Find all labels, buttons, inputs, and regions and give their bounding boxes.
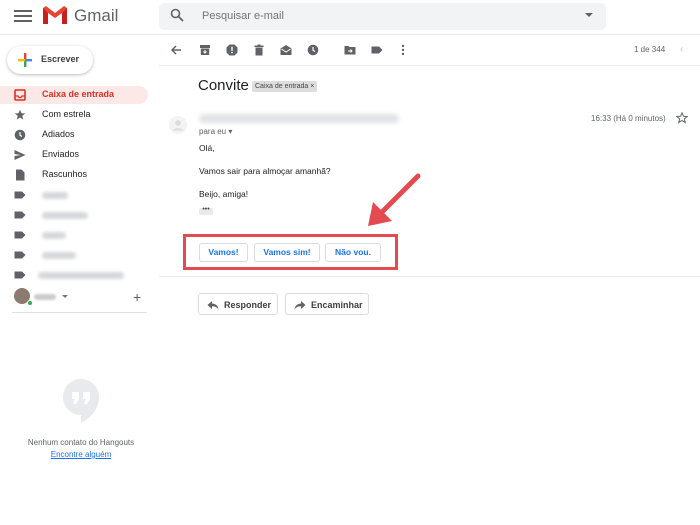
email-body-line: Beijo, amiga! [199, 189, 249, 199]
sidebar-divider [12, 312, 147, 313]
sidebar-item-label: Enviados [42, 149, 80, 159]
recipient-dropdown[interactable]: para eu ▾ [199, 127, 232, 136]
sidebar-item-label-hidden[interactable] [0, 186, 150, 204]
report-spam-icon[interactable] [226, 44, 238, 56]
toolbar-divider [159, 65, 700, 66]
label-icon [14, 271, 26, 279]
remove-label-close-icon[interactable]: × [310, 83, 314, 90]
user-name-hidden [34, 294, 56, 300]
chevron-left-icon[interactable]: ‹ [680, 44, 683, 55]
sidebar-item-inbox[interactable]: Caixa de entrada [0, 86, 148, 104]
compose-label: Escrever [41, 54, 80, 64]
app-name: Gmail [74, 6, 119, 25]
sidebar-item-label: Adiados [42, 129, 75, 139]
sender-avatar[interactable] [169, 116, 187, 134]
page-count: 1 de 344 [634, 45, 666, 54]
sidebar-item-starred[interactable]: Com estrela [0, 106, 150, 124]
label-icon [14, 231, 26, 239]
header-divider [0, 34, 700, 35]
move-to-folder-icon[interactable] [344, 44, 356, 56]
find-someone-link[interactable]: Encontre alguém [0, 450, 162, 459]
gmail-logo-icon[interactable] [42, 5, 68, 25]
smart-reply-button[interactable]: Vamos sim! [254, 243, 320, 262]
forward-label: Encaminhar [311, 300, 363, 310]
label-icon [14, 191, 26, 199]
reply-arrow-icon [207, 301, 219, 310]
callout-arrow-icon [368, 173, 421, 226]
smart-reply-button[interactable]: Não vou. [325, 243, 381, 262]
label-icon[interactable] [371, 44, 383, 56]
online-status-icon [27, 300, 33, 306]
hangouts-user-row[interactable]: + [0, 286, 150, 308]
reply-label: Responder [224, 300, 272, 310]
sidebar-item-snoozed[interactable]: Adiados [0, 126, 150, 144]
back-arrow-icon[interactable] [170, 44, 182, 56]
add-contact-plus-icon[interactable]: + [133, 289, 141, 305]
email-timestamp: 16:33 (Há 0 minutos) [591, 114, 666, 123]
sidebar-item-label-hidden[interactable] [0, 206, 150, 224]
mark-unread-icon[interactable] [280, 44, 292, 56]
sidebar-item-label: Caixa de entrada [42, 89, 115, 99]
sidebar-item-label-hidden[interactable] [0, 246, 150, 264]
draft-icon [16, 169, 25, 181]
label-chip-text: Caixa de entrada [255, 83, 309, 90]
email-body-line: Vamos sair para almoçar amanhã? [199, 166, 331, 176]
plus-icon [18, 53, 32, 67]
app-header: Gmail [0, 0, 700, 34]
clock-icon [14, 129, 26, 141]
sidebar-item-label-hidden[interactable] [0, 266, 150, 284]
hangouts-icon [63, 379, 99, 423]
forward-arrow-icon [294, 301, 306, 310]
forward-button[interactable]: Encaminhar [285, 293, 369, 315]
chevron-down-icon[interactable] [62, 295, 68, 298]
star-icon[interactable] [676, 112, 688, 124]
email-subject: Convite [198, 77, 249, 94]
search-options-chevron-down-icon[interactable] [585, 13, 593, 17]
more-options-icon[interactable] [397, 44, 409, 56]
star-icon [14, 109, 26, 120]
reply-button[interactable]: Responder [198, 293, 278, 315]
send-icon [14, 150, 26, 160]
archive-icon[interactable] [199, 44, 211, 56]
label-icon [14, 251, 26, 259]
label-icon [14, 211, 26, 219]
email-body-line: Olá, [199, 143, 215, 153]
sidebar-item-label: Com estrela [42, 109, 91, 119]
delete-trash-icon[interactable] [253, 44, 265, 56]
sidebar-item-label: Rascunhos [42, 169, 88, 179]
sidebar-item-sent[interactable]: Enviados [0, 146, 150, 164]
show-trimmed-content-button[interactable]: ••• [199, 206, 213, 215]
smart-reply-button[interactable]: Vamos! [199, 243, 248, 262]
message-divider [159, 276, 700, 277]
sender-name-hidden [199, 114, 399, 123]
main-menu-button[interactable] [14, 8, 32, 24]
search-input[interactable] [202, 7, 562, 25]
search-icon[interactable] [170, 8, 184, 22]
hangouts-empty-text: Nenhum contato do Hangouts [27, 438, 135, 447]
sidebar-item-drafts[interactable]: Rascunhos [0, 166, 150, 184]
inbox-icon [14, 89, 26, 101]
sidebar-item-label-hidden[interactable] [0, 226, 150, 244]
snooze-clock-icon[interactable] [307, 44, 319, 56]
recipient-text: para eu [199, 127, 227, 136]
inbox-label-chip[interactable]: Caixa de entrada × [252, 81, 318, 92]
compose-button[interactable]: Escrever [7, 46, 93, 74]
